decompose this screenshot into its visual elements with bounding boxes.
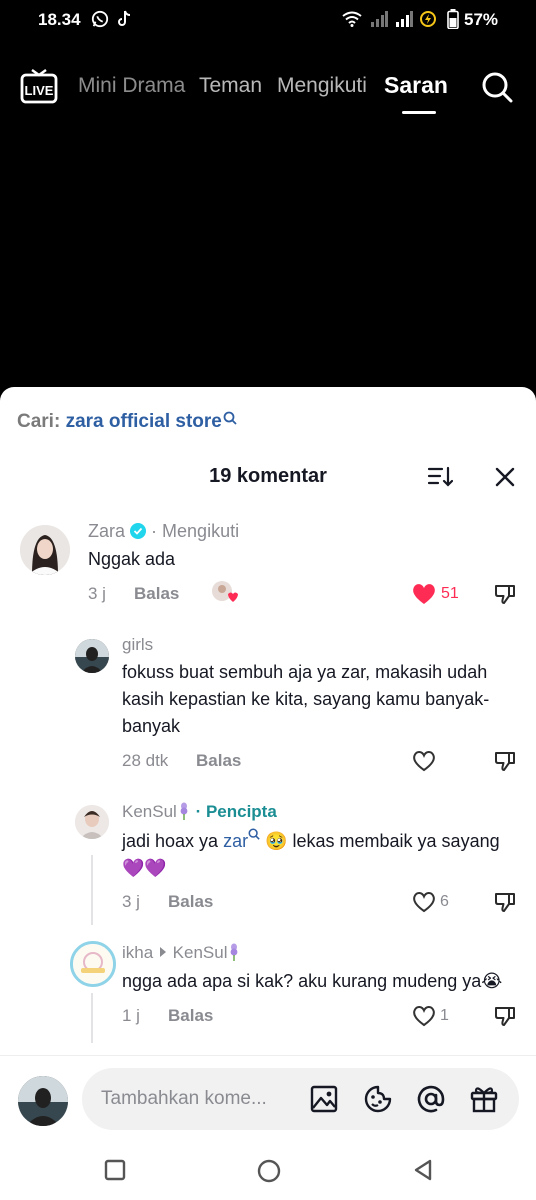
mention-link[interactable]: zar bbox=[223, 831, 248, 851]
avatar-image bbox=[73, 944, 113, 984]
live-icon[interactable]: LIVE bbox=[20, 68, 58, 104]
reply-button[interactable]: Balas bbox=[168, 892, 213, 912]
signal-icon-2 bbox=[396, 11, 413, 27]
status-time: 18.34 bbox=[38, 10, 81, 29]
sort-icon[interactable] bbox=[427, 465, 453, 489]
gift-icon[interactable] bbox=[468, 1083, 500, 1115]
close-icon[interactable] bbox=[493, 465, 517, 489]
avatar[interactable] bbox=[70, 941, 116, 987]
battery-saver-icon bbox=[420, 11, 436, 27]
whatsapp-icon bbox=[91, 10, 109, 28]
back-button-icon[interactable] bbox=[412, 1159, 434, 1181]
verified-icon bbox=[130, 523, 147, 539]
status-bar: 18.34 57% bbox=[0, 0, 536, 40]
tab-teman[interactable]: Teman bbox=[199, 74, 262, 98]
avatar-image bbox=[75, 805, 109, 839]
battery-icon bbox=[447, 9, 459, 29]
comment-input-placeholder: Tambahkan kome... bbox=[101, 1088, 267, 1109]
my-avatar bbox=[18, 1076, 68, 1126]
comment-time: 28 dtk bbox=[122, 751, 169, 770]
reply-to-username[interactable]: KenSul bbox=[173, 943, 228, 962]
search-suggestion-icon bbox=[223, 411, 237, 425]
image-icon[interactable] bbox=[308, 1083, 340, 1115]
comment-text: Nggak ada bbox=[88, 549, 176, 569]
comment-count: 19 komentar bbox=[209, 465, 327, 487]
tiktok-icon bbox=[118, 10, 131, 26]
dislike-icon[interactable] bbox=[493, 1004, 517, 1028]
live-label: LIVE bbox=[25, 83, 54, 98]
avatar-image bbox=[20, 525, 70, 575]
lavender-emoji-icon bbox=[180, 802, 188, 820]
comment-input-bar: Tambahkan kome... bbox=[0, 1055, 536, 1145]
like-count: 1 bbox=[440, 1007, 449, 1024]
home-button-icon[interactable] bbox=[257, 1159, 281, 1183]
tab-mini-drama[interactable]: Mini Drama bbox=[78, 74, 185, 98]
signal-icon-1 bbox=[371, 11, 388, 27]
comment-time: 1 j bbox=[122, 1006, 140, 1025]
reply-button[interactable]: Balas bbox=[134, 584, 179, 604]
search-prefix: Cari: bbox=[17, 411, 66, 432]
comment-username[interactable]: Zara · Mengikuti bbox=[88, 521, 239, 542]
like-heart-filled-icon[interactable] bbox=[411, 582, 437, 606]
comment-username[interactable]: ikha KenSul bbox=[122, 943, 241, 963]
tab-mengikuti[interactable]: Mengikuti bbox=[277, 74, 367, 98]
comment-text: ngga ada apa si kak? aku kurang mudeng y… bbox=[122, 971, 503, 991]
like-count: 51 bbox=[441, 585, 459, 602]
like-heart-outline-icon[interactable] bbox=[411, 1004, 437, 1028]
comment-text: jadi hoax ya zar 🥹 lekas membaik ya saya… bbox=[122, 828, 512, 882]
dislike-icon[interactable] bbox=[493, 749, 517, 773]
comment-text: fokuss buat sembuh aja ya zar, makasih u… bbox=[122, 662, 490, 736]
tab-saran[interactable]: Saran bbox=[384, 72, 448, 99]
reply-button[interactable]: Balas bbox=[196, 751, 241, 771]
wifi-icon bbox=[342, 11, 362, 27]
comment-username[interactable]: girls bbox=[122, 635, 153, 655]
comment-time: 3 j bbox=[88, 584, 106, 603]
avatar-image bbox=[18, 1076, 68, 1126]
avatar[interactable] bbox=[75, 639, 109, 673]
mention-search-icon bbox=[248, 828, 260, 840]
avatar[interactable] bbox=[75, 805, 109, 839]
top-navigation: LIVE Mini Drama Teman Mengikuti Saran bbox=[0, 60, 536, 116]
thread-line bbox=[91, 993, 93, 1043]
search-suggestion[interactable]: Cari: zara official store bbox=[17, 411, 237, 433]
recents-button-icon[interactable] bbox=[104, 1159, 126, 1181]
comment-username[interactable]: KenSul · Pencipta bbox=[122, 802, 277, 822]
like-heart-outline-icon[interactable] bbox=[411, 890, 437, 914]
reply-button[interactable]: Balas bbox=[168, 1006, 213, 1026]
search-query[interactable]: zara official store bbox=[66, 411, 222, 432]
dislike-icon[interactable] bbox=[493, 582, 517, 606]
active-tab-indicator bbox=[402, 111, 436, 114]
comment-time: 3 j bbox=[122, 892, 140, 911]
like-count: 6 bbox=[440, 893, 449, 910]
creator-label: · Pencipta bbox=[195, 802, 277, 821]
avatar[interactable] bbox=[20, 525, 70, 575]
search-icon[interactable] bbox=[480, 70, 514, 104]
following-label: · Mengikuti bbox=[151, 521, 240, 541]
system-navigation-bar bbox=[0, 1145, 536, 1200]
lavender-emoji-icon bbox=[231, 943, 238, 961]
comment-input[interactable]: Tambahkan kome... bbox=[82, 1068, 519, 1130]
dislike-icon[interactable] bbox=[493, 890, 517, 914]
creator-liked-badge bbox=[211, 580, 239, 604]
emoji-icon[interactable] bbox=[362, 1083, 394, 1115]
reply-arrow-icon bbox=[159, 947, 166, 957]
thread-line bbox=[91, 855, 93, 925]
avatar-image bbox=[75, 639, 109, 673]
like-heart-outline-icon[interactable] bbox=[411, 749, 437, 773]
battery-percent: 57% bbox=[464, 10, 499, 29]
mention-icon[interactable] bbox=[415, 1083, 447, 1115]
